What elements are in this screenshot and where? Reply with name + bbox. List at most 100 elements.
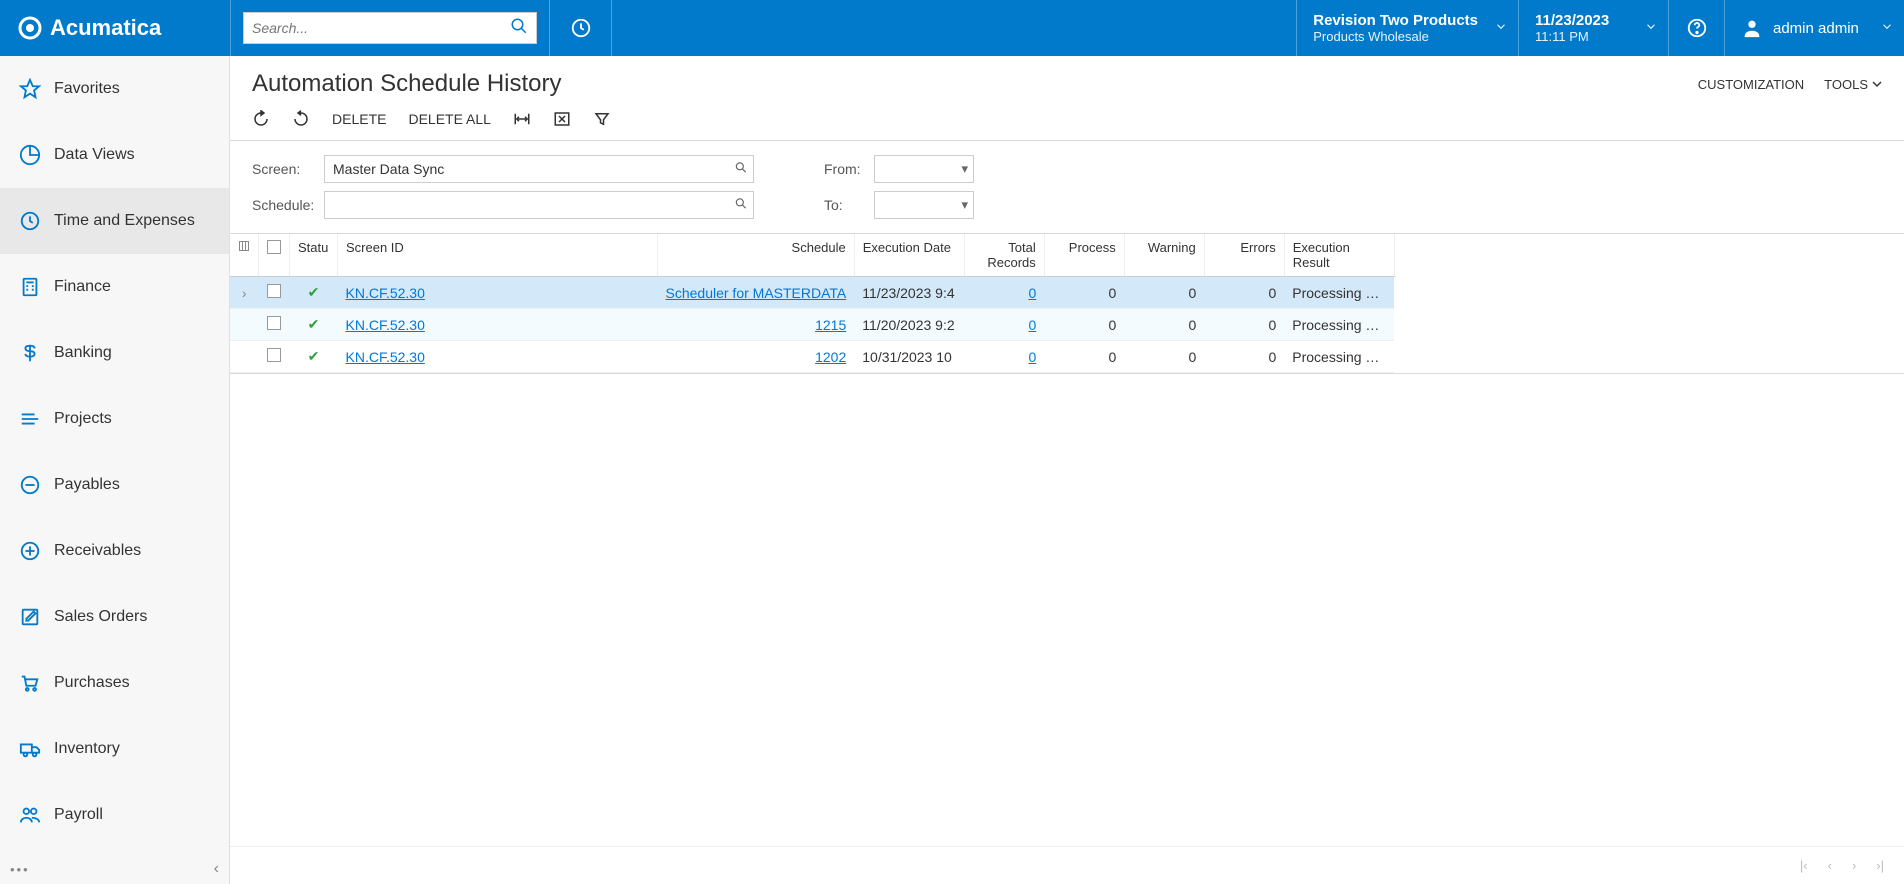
col-exec-date[interactable]: Execution Date	[854, 234, 964, 277]
sidebar-item-sales-orders[interactable]: Sales Orders	[0, 584, 229, 650]
from-input[interactable]	[874, 155, 974, 183]
tenant-selector[interactable]: Revision Two Products Products Wholesale	[1296, 0, 1518, 56]
layers-icon	[16, 408, 44, 430]
caret-down-icon	[1872, 79, 1882, 89]
schedule-link[interactable]: 1215	[815, 317, 846, 333]
row-indicator[interactable]	[230, 309, 259, 341]
col-total-records[interactable]: Total Records	[964, 234, 1044, 277]
sidebar-item-time-expenses[interactable]: Time and Expenses	[0, 188, 229, 254]
sidebar-item-label: Projects	[54, 410, 112, 428]
col-errors[interactable]: Errors	[1204, 234, 1284, 277]
screen-input[interactable]	[324, 155, 754, 183]
sidebar-item-label: Purchases	[54, 674, 130, 692]
row-warning: 0	[1124, 309, 1204, 341]
sidebar-item-label: Sales Orders	[54, 608, 147, 626]
row-indicator[interactable]	[230, 341, 259, 373]
row-warning: 0	[1124, 341, 1204, 373]
cart-icon	[16, 672, 44, 694]
refresh-button[interactable]	[252, 110, 270, 128]
screen-id-link[interactable]: KN.CF.52.30	[346, 285, 425, 301]
date-text: 11/23/2023	[1535, 12, 1628, 29]
screen-id-link[interactable]: KN.CF.52.30	[346, 349, 425, 365]
business-date[interactable]: 11/23/2023 11:11 PM	[1518, 0, 1668, 56]
sidebar-item-inventory[interactable]: Inventory	[0, 716, 229, 782]
delete-button[interactable]: DELETE	[332, 111, 386, 127]
search-input[interactable]	[252, 20, 510, 36]
schedule-link[interactable]: 1202	[815, 349, 846, 365]
screen-id-link[interactable]: KN.CF.52.30	[346, 317, 425, 333]
sidebar-item-purchases[interactable]: Purchases	[0, 650, 229, 716]
customization-button[interactable]: CUSTOMIZATION	[1698, 77, 1804, 92]
sidebar-item-favorites[interactable]: Favorites	[0, 56, 229, 122]
sidebar-item-payroll[interactable]: Payroll	[0, 782, 229, 848]
sidebar-item-payables[interactable]: Payables	[0, 452, 229, 518]
row-checkbox[interactable]	[259, 341, 290, 373]
clock-icon	[16, 210, 44, 232]
row-schedule: 1215	[658, 309, 855, 341]
help-button[interactable]	[1668, 0, 1724, 56]
col-exec-result[interactable]: Execution Result	[1284, 234, 1394, 277]
fit-columns-button[interactable]	[513, 110, 531, 128]
clock-icon	[570, 17, 592, 39]
search-icon[interactable]	[510, 17, 528, 40]
table-row[interactable]: ›✔KN.CF.52.30Scheduler for MASTERDATA11/…	[230, 277, 1394, 309]
header-row: Statu Screen ID Schedule Execution Date …	[230, 234, 1394, 277]
page-next-icon[interactable]: ›	[1852, 858, 1856, 873]
table-row[interactable]: ✔KN.CF.52.30120210/31/2023 100000Process…	[230, 341, 1394, 373]
schedule-input[interactable]	[324, 191, 754, 219]
page-last-icon[interactable]: ›|	[1876, 858, 1884, 873]
sidebar-item-projects[interactable]: Projects	[0, 386, 229, 452]
column-tools[interactable]	[230, 234, 259, 277]
sidebar-item-label: Data Views	[54, 146, 135, 164]
sidebar-item-receivables[interactable]: Receivables	[0, 518, 229, 584]
col-screen-id[interactable]: Screen ID	[338, 234, 658, 277]
edit-icon	[16, 606, 44, 628]
brand-logo[interactable]: Acumatica	[0, 0, 230, 56]
calc-icon	[16, 276, 44, 298]
row-checkbox[interactable]	[259, 309, 290, 341]
total-records-link[interactable]: 0	[1028, 349, 1036, 365]
dropdown-icon[interactable]: ▾	[961, 161, 968, 177]
recent-button[interactable]	[550, 0, 612, 56]
export-excel-button[interactable]	[553, 110, 571, 128]
layout: Favorites Data Views Time and ExpensesFina…	[0, 56, 1904, 884]
chevron-down-icon	[1880, 20, 1894, 37]
table-row[interactable]: ✔KN.CF.52.30121511/20/2023 9:20000Proces…	[230, 309, 1394, 341]
col-warning[interactable]: Warning	[1124, 234, 1204, 277]
dropdown-icon[interactable]: ▾	[961, 197, 968, 213]
filter-button[interactable]	[593, 110, 611, 128]
excel-icon	[553, 110, 571, 128]
nav: Favorites Data Views Time and ExpensesFina…	[0, 56, 229, 854]
sidebar-item-banking[interactable]: Banking	[0, 320, 229, 386]
schedule-link[interactable]: Scheduler for MASTERDATA	[666, 285, 847, 301]
total-records-link[interactable]: 0	[1028, 317, 1036, 333]
select-all-header[interactable]	[259, 234, 290, 277]
more-menu-icon[interactable]: •••	[10, 862, 30, 877]
col-status[interactable]: Statu	[290, 234, 338, 277]
sidebar: Favorites Data Views Time and ExpensesFina…	[0, 56, 230, 884]
search-box[interactable]	[243, 12, 537, 44]
tools-label: TOOLS	[1824, 77, 1868, 92]
col-schedule[interactable]: Schedule	[658, 234, 855, 277]
tools-button[interactable]: TOOLS	[1824, 77, 1882, 92]
cancel-button[interactable]	[292, 110, 310, 128]
main: Automation Schedule History CUSTOMIZATIO…	[230, 56, 1904, 884]
lookup-icon[interactable]	[734, 197, 748, 214]
page-first-icon[interactable]: |‹	[1800, 858, 1808, 873]
row-screen-id: KN.CF.52.30	[338, 277, 658, 309]
col-process[interactable]: Process	[1044, 234, 1124, 277]
delete-all-button[interactable]: DELETE ALL	[408, 111, 491, 127]
page-prev-icon[interactable]: ‹	[1828, 858, 1832, 873]
collapse-sidebar-icon[interactable]: ‹	[214, 860, 219, 878]
row-errors: 0	[1204, 341, 1284, 373]
total-records-link[interactable]: 0	[1028, 285, 1036, 301]
row-status: ✔	[290, 309, 338, 341]
lookup-icon[interactable]	[734, 161, 748, 178]
row-indicator[interactable]: ›	[230, 277, 259, 309]
sidebar-item-data-views[interactable]: Data Views	[0, 122, 229, 188]
sidebar-item-finance[interactable]: Finance	[0, 254, 229, 320]
row-checkbox[interactable]	[259, 277, 290, 309]
to-input[interactable]	[874, 191, 974, 219]
grid-footer: |‹ ‹ › ›|	[230, 846, 1904, 884]
user-menu[interactable]: admin admin	[1724, 0, 1904, 56]
